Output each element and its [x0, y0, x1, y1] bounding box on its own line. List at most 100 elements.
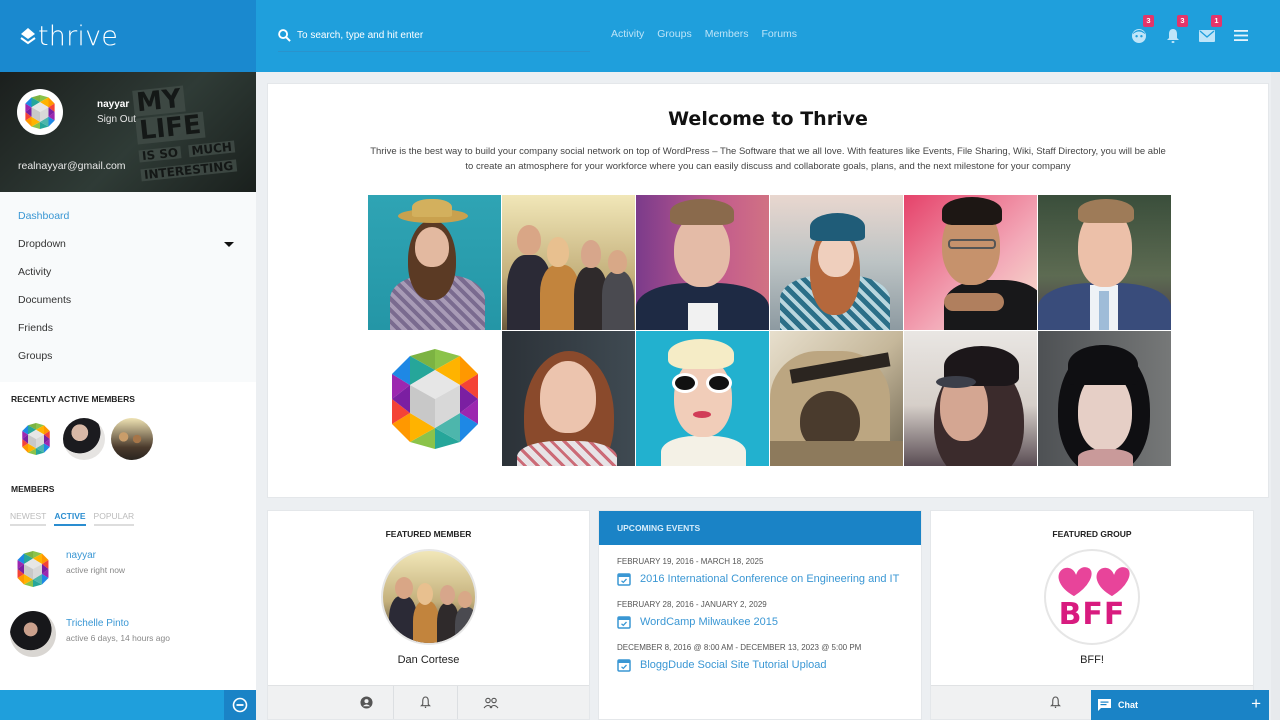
member-name[interactable]: Trichelle Pinto	[66, 618, 129, 629]
member-avatar[interactable]	[10, 546, 56, 592]
featured-member-avatar[interactable]	[380, 549, 477, 645]
section-title: MEMBERS	[11, 484, 55, 494]
event-link[interactable]: BloggDude Social Site Tutorial Upload	[617, 658, 921, 673]
profile-username[interactable]: nayyar	[97, 99, 129, 110]
event-link[interactable]: WordCamp Milwaukee 2015	[617, 615, 921, 630]
upcoming-events-card: UPCOMING EVENTS FEBRUARY 19, 2016 - MARC…	[598, 510, 922, 720]
hex-logo-icon	[25, 95, 55, 129]
friend-requests-button[interactable]: 3	[1129, 15, 1154, 45]
bell-outline-icon	[1050, 696, 1061, 708]
section-title: RECENTLY ACTIVE MEMBERS	[11, 394, 135, 404]
calendar-check-icon	[617, 659, 631, 672]
featured-member-card: FEATURED MEMBER Dan Cortese	[267, 510, 590, 720]
member-status: active 6 days, 14 hours ago	[66, 633, 170, 643]
member-photo[interactable]	[368, 331, 501, 466]
event-item: DECEMBER 8, 2016 @ 8:00 AM - DECEMBER 13…	[599, 643, 921, 673]
card-title: UPCOMING EVENTS	[599, 511, 921, 545]
topnav-members[interactable]: Members	[705, 28, 749, 40]
notifications-button[interactable]: 3	[1163, 15, 1188, 45]
member-photo[interactable]	[770, 331, 903, 466]
member-photo[interactable]	[1038, 331, 1171, 466]
sidebar-item-documents[interactable]: Documents	[0, 286, 256, 314]
sidebar-item-dashboard[interactable]: Dashboard	[0, 202, 256, 230]
hex-logo-icon	[391, 348, 478, 449]
poster-word: MUCH	[187, 140, 236, 158]
member-photo[interactable]	[368, 195, 501, 330]
tab-popular[interactable]: POPULAR	[93, 511, 135, 526]
members-widget: MEMBERS NEWEST ACTIVE POPULAR nayyar act…	[0, 460, 256, 672]
topnav-groups[interactable]: Groups	[657, 28, 691, 40]
sidebar: thrive MY LIFE IS SO MUCH INTERESTING na…	[0, 0, 256, 720]
sidebar-item-label: Documents	[18, 294, 72, 306]
member-avatar[interactable]	[15, 418, 57, 460]
sidebar-item-activity[interactable]: Activity	[0, 258, 256, 286]
page-scrollbar[interactable]	[1271, 72, 1280, 720]
hamburger-menu-icon	[1233, 30, 1248, 41]
friends-button[interactable]	[458, 686, 524, 719]
member-avatar[interactable]	[111, 418, 153, 460]
member-photo[interactable]	[502, 195, 635, 330]
member-list-item: Trichelle Pinto active 6 days, 14 hours …	[0, 604, 256, 672]
notification-button[interactable]	[394, 686, 458, 719]
profile-button[interactable]	[268, 686, 394, 719]
chat-bubble-icon	[1098, 699, 1111, 711]
sidebar-item-groups[interactable]: Groups	[0, 342, 256, 370]
member-status: active right now	[66, 565, 126, 575]
mail-icon	[1198, 29, 1215, 42]
face-icon	[1131, 28, 1146, 43]
collapse-sidebar-button[interactable]	[224, 690, 256, 720]
event-link[interactable]: 2016 International Conference on Enginee…	[617, 572, 921, 587]
card-title: FEATURED MEMBER	[385, 529, 472, 539]
member-photo[interactable]	[904, 331, 1037, 466]
member-photo[interactable]	[636, 331, 769, 466]
member-list-item: nayyar active right now	[0, 536, 256, 604]
tab-newest[interactable]: NEWEST	[10, 511, 47, 526]
profile-card: MY LIFE IS SO MUCH INTERESTING nayyar Si…	[0, 72, 256, 192]
member-photo[interactable]	[770, 195, 903, 330]
top-nav: Activity Groups Members Forums	[611, 28, 797, 40]
member-photo[interactable]	[904, 195, 1037, 330]
sidebar-item-friends[interactable]: Friends	[0, 314, 256, 342]
event-title: BloggDude Social Site Tutorial Upload	[640, 659, 827, 671]
topnav-forums[interactable]: Forums	[761, 28, 797, 40]
search-input[interactable]: To search, type and hit enter	[278, 20, 590, 52]
member-avatar[interactable]	[10, 611, 56, 657]
messages-button[interactable]: 1	[1197, 15, 1222, 45]
search-icon	[278, 29, 291, 42]
notification-button[interactable]	[931, 686, 1091, 719]
featured-member-name[interactable]: Dan Cortese	[268, 654, 589, 666]
sidebar-item-label: Activity	[18, 266, 52, 278]
cover-poster: MY LIFE IS SO MUCH INTERESTING	[131, 78, 249, 182]
user-avatar[interactable]	[17, 89, 63, 135]
sidebar-item-label: Dashboard	[18, 210, 70, 222]
featured-group-name[interactable]: BFF!	[931, 654, 1253, 666]
member-photo[interactable]	[636, 195, 769, 330]
brand-name[interactable]: thrive	[38, 21, 118, 52]
poster-word: INTERESTING	[140, 159, 237, 182]
member-photo[interactable]	[1038, 195, 1171, 330]
chat-bar[interactable]: Chat +	[1091, 690, 1269, 720]
plus-icon[interactable]: +	[1251, 695, 1261, 713]
group-logo-text: BFF	[1058, 597, 1126, 632]
topnav-activity[interactable]: Activity	[611, 28, 644, 40]
featured-group-card: FEATURED GROUP BFF BFF!	[930, 510, 1254, 720]
hex-logo-icon	[17, 551, 49, 587]
bell-outline-icon	[420, 696, 431, 708]
hex-logo-icon	[22, 423, 50, 455]
user-circle-icon	[360, 696, 373, 709]
card-title: FEATURED GROUP	[1052, 529, 1132, 539]
tab-active[interactable]: ACTIVE	[54, 511, 86, 526]
sidebar-item-dropdown[interactable]: Dropdown	[0, 230, 256, 258]
member-photo-grid	[368, 195, 1171, 466]
featured-group-avatar[interactable]: BFF	[1044, 549, 1140, 645]
member-photo[interactable]	[502, 331, 635, 466]
sign-out-link[interactable]: Sign Out	[97, 114, 136, 125]
brand-header: thrive	[0, 0, 256, 72]
member-name[interactable]: nayyar	[66, 550, 96, 561]
sidebar-item-label: Friends	[18, 322, 54, 334]
menu-button[interactable]	[1231, 26, 1250, 45]
member-avatar[interactable]	[63, 418, 105, 460]
event-title: 2016 International Conference on Enginee…	[640, 573, 900, 585]
caret-down-icon	[224, 241, 234, 247]
sidebar-footer	[0, 690, 256, 720]
